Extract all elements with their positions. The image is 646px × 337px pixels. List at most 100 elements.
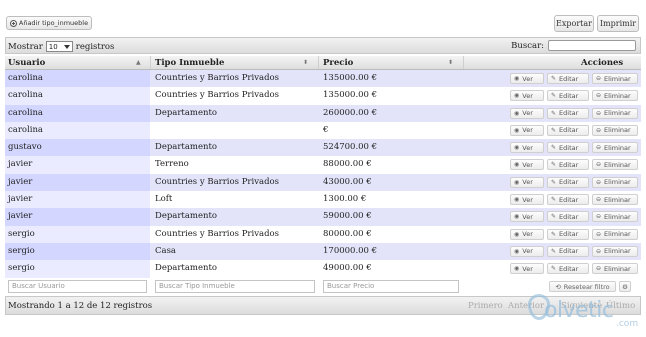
- view-icon: ◉: [514, 196, 520, 204]
- column-header-usuario[interactable]: Usuario ▲: [8, 58, 141, 68]
- edit-button[interactable]: ✎ Editar: [547, 228, 589, 240]
- edit-button[interactable]: ✎ Editar: [547, 211, 589, 223]
- view-button[interactable]: ◉ Ver: [510, 245, 544, 257]
- precio-cell: 1300.00 €: [323, 194, 367, 205]
- edit-button[interactable]: ✎ Editar: [547, 73, 589, 84]
- delete-button[interactable]: ⊖ Eliminar: [592, 159, 638, 171]
- delete-button[interactable]: ⊖ Eliminar: [592, 107, 638, 119]
- delete-label: Eliminar: [604, 74, 631, 83]
- view-label: Ver: [522, 74, 533, 83]
- delete-button[interactable]: ⊖ Eliminar: [592, 245, 638, 257]
- sort-both-icon: ⬍: [448, 59, 454, 66]
- edit-label: Editar: [559, 143, 579, 152]
- delete-button[interactable]: ⊖ Eliminar: [592, 263, 638, 275]
- usuario-cell: sergio: [8, 228, 35, 239]
- edit-button[interactable]: ✎ Editar: [547, 194, 589, 206]
- precio-cell: 43000.00 €: [323, 176, 372, 187]
- table-toolbar: Mostrar 10 registros Buscar:: [5, 37, 641, 54]
- column-divider: [463, 56, 464, 69]
- view-icon: ◉: [514, 265, 520, 273]
- tipo-cell: Departamento: [155, 211, 217, 222]
- view-button[interactable]: ◉ Ver: [510, 228, 544, 240]
- search-control: Buscar:: [511, 40, 636, 51]
- view-button[interactable]: ◉ Ver: [510, 194, 544, 206]
- precio-cell: 524700.00 €: [323, 142, 378, 153]
- delete-label: Eliminar: [604, 264, 631, 273]
- view-label: Ver: [522, 195, 533, 204]
- view-label: Ver: [522, 91, 533, 100]
- usuario-cell: javier: [8, 159, 33, 170]
- view-button[interactable]: ◉ Ver: [510, 159, 544, 171]
- pencil-icon: ✎: [551, 230, 557, 238]
- view-button[interactable]: ◉ Ver: [510, 211, 544, 223]
- length-suffix: registros: [75, 41, 115, 52]
- edit-button[interactable]: ✎ Editar: [547, 90, 589, 102]
- delete-icon: ⊖: [596, 92, 602, 100]
- records-info: Mostrando 1 a 12 de 12 registros: [8, 301, 153, 311]
- tipo-cell: Countries y Barrios Privados: [155, 90, 279, 101]
- length-select-value: 10: [48, 42, 58, 51]
- delete-button[interactable]: ⊖ Eliminar: [592, 73, 638, 84]
- edit-button[interactable]: ✎ Editar: [547, 142, 589, 154]
- pencil-icon: ✎: [551, 247, 557, 255]
- delete-label: Eliminar: [604, 126, 631, 135]
- view-label: Ver: [522, 143, 533, 152]
- delete-button[interactable]: ⊖ Eliminar: [592, 194, 638, 206]
- table-row: sergio Departamento 49000.00 € ◉ Ver ✎ Editar ⊖…: [5, 260, 641, 278]
- pencil-icon: ✎: [551, 92, 557, 100]
- view-button[interactable]: ◉ Ver: [510, 73, 544, 84]
- edit-label: Editar: [559, 195, 579, 204]
- view-button[interactable]: ◉ Ver: [510, 90, 544, 102]
- delete-label: Eliminar: [604, 178, 631, 187]
- pencil-icon: ✎: [551, 75, 557, 82]
- delete-label: Eliminar: [604, 212, 631, 221]
- delete-button[interactable]: ⊖ Eliminar: [592, 176, 638, 188]
- view-button[interactable]: ◉ Ver: [510, 107, 544, 119]
- filter-precio-input[interactable]: Buscar Precio: [323, 280, 459, 293]
- column-header-tipo[interactable]: Tipo Inmueble ⬍: [155, 58, 308, 68]
- usuario-cell: gustavo: [8, 142, 42, 153]
- precio-cell: €: [323, 124, 329, 135]
- delete-button[interactable]: ⊖ Eliminar: [592, 142, 638, 154]
- view-label: Ver: [522, 109, 533, 118]
- edit-button[interactable]: ✎ Editar: [547, 107, 589, 119]
- tipo-cell: Departamento: [155, 142, 217, 153]
- edit-button[interactable]: ✎ Editar: [547, 159, 589, 171]
- pencil-icon: ✎: [551, 265, 557, 273]
- export-button[interactable]: Exportar: [554, 15, 594, 32]
- delete-button[interactable]: ⊖ Eliminar: [592, 124, 638, 136]
- edit-button[interactable]: ✎ Editar: [547, 245, 589, 257]
- delete-button[interactable]: ⊖ Eliminar: [592, 228, 638, 240]
- pagination-first[interactable]: Primero: [468, 301, 503, 311]
- pencil-icon: ✎: [551, 213, 557, 221]
- usuario-cell: carolina: [8, 124, 43, 135]
- view-button[interactable]: ◉ Ver: [510, 176, 544, 188]
- delete-label: Eliminar: [604, 109, 631, 118]
- view-button[interactable]: ◉ Ver: [510, 124, 544, 136]
- length-select[interactable]: 10: [45, 41, 73, 52]
- length-prefix: Mostrar: [8, 41, 43, 52]
- column-header-precio[interactable]: Precio ⬍: [323, 58, 453, 68]
- filter-tipo-input[interactable]: Buscar Tipo Inmueble: [155, 280, 315, 293]
- add-tipo-inmueble-button[interactable]: Añadir tipo_inmueble: [6, 16, 92, 30]
- edit-button[interactable]: ✎ Editar: [547, 124, 589, 136]
- print-button[interactable]: Imprimir: [597, 15, 639, 32]
- delete-button[interactable]: ⊖ Eliminar: [592, 90, 638, 102]
- filter-usuario-input[interactable]: Buscar Usuario: [8, 280, 147, 293]
- edit-button[interactable]: ✎ Editar: [547, 176, 589, 188]
- table-row: carolina € ◉ Ver ✎ Editar ⊖ Eliminar: [5, 121, 641, 140]
- precio-cell: 88000.00 €: [323, 159, 372, 170]
- delete-icon: ⊖: [596, 144, 602, 152]
- search-input[interactable]: [548, 40, 636, 51]
- column-label-precio: Precio: [323, 58, 354, 68]
- edit-button[interactable]: ✎ Editar: [547, 263, 589, 275]
- usuario-cell: javier: [8, 211, 33, 222]
- delete-button[interactable]: ⊖ Eliminar: [592, 211, 638, 223]
- view-button[interactable]: ◉ Ver: [510, 263, 544, 275]
- view-button[interactable]: ◉ Ver: [510, 142, 544, 154]
- sort-both-icon: ⬍: [303, 59, 309, 66]
- usuario-cell: javier: [8, 194, 33, 205]
- delete-label: Eliminar: [604, 143, 631, 152]
- column-divider: [318, 56, 319, 69]
- view-label: Ver: [522, 230, 533, 239]
